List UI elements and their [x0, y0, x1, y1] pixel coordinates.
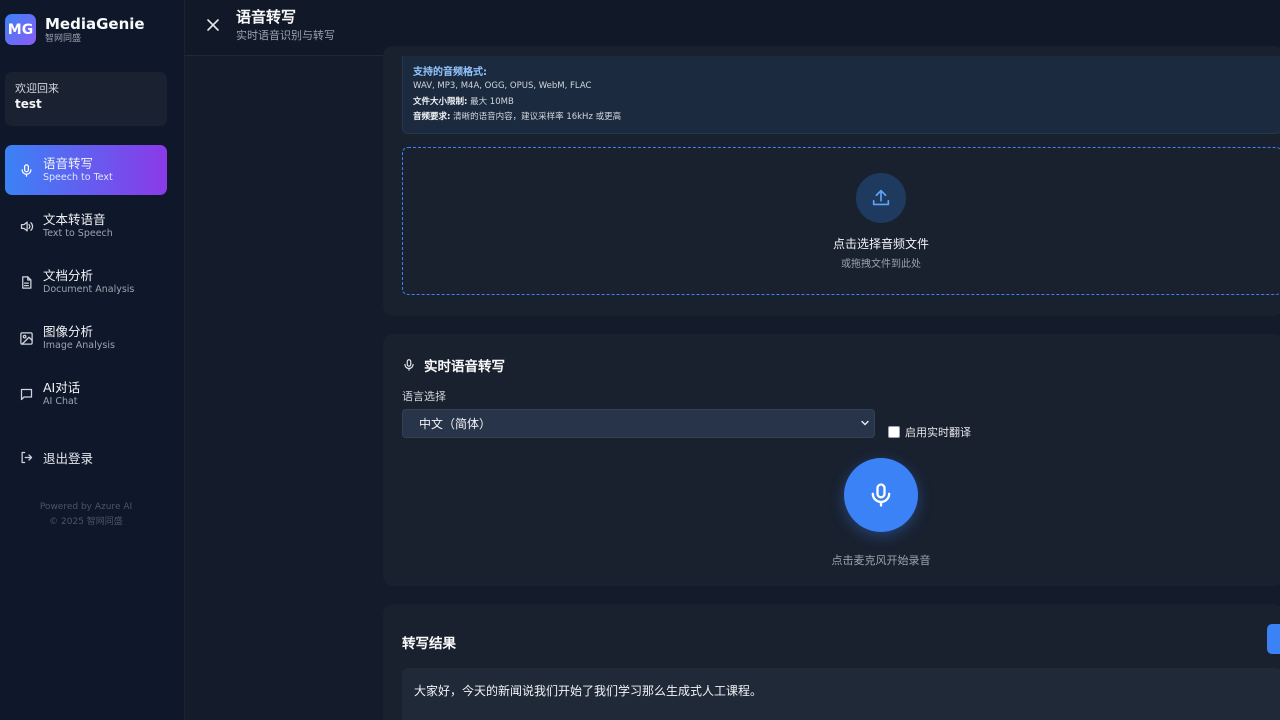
sidebar-item-subtitle: Speech to Text [43, 172, 113, 183]
format-info: 支持的音频格式: WAV, MP3, M4A, OGG, OPUS, WebM,… [402, 56, 1280, 134]
page-title: 语音转写 [236, 8, 297, 26]
realtime-translate-toggle[interactable]: 启用实时翻译 [888, 424, 971, 440]
audio-requirement: 音频要求: 清晰的语音内容，建议采样率 16kHz 或更高 [413, 111, 621, 123]
record-hint: 点击麦克风开始录音 [831, 554, 931, 567]
sidebar: MG MediaGenie 智网同盛 欢迎回来 test 语音转写 Speech… [0, 0, 185, 720]
sidebar-item-image-analysis[interactable]: 图像分析 Image Analysis [5, 313, 167, 363]
sidebar-item-subtitle: Document Analysis [43, 284, 135, 295]
brand-name: MediaGenie [45, 14, 145, 33]
username: test [15, 97, 42, 111]
sidebar-item-title: AI对话 [43, 380, 81, 395]
welcome-label: 欢迎回来 [15, 82, 59, 95]
brand-subtitle: 智网同盛 [45, 33, 82, 44]
sidebar-item-title: 文档分析 [43, 268, 94, 283]
audio-dropzone[interactable]: 点击选择音频文件 或拖拽文件到此处 [402, 147, 1280, 295]
realtime-card [383, 334, 1280, 586]
welcome-card: 欢迎回来 test [5, 72, 167, 126]
page-subtitle: 实时语音识别与转写 [236, 29, 335, 42]
sidebar-item-subtitle: Image Analysis [43, 340, 115, 351]
result-action-button[interactable] [1267, 624, 1280, 654]
logout-label: 退出登录 [43, 451, 94, 466]
translate-label: 启用实时翻译 [905, 426, 971, 439]
size-limit-label: 文件大小限制: [413, 97, 468, 107]
size-limit: 文件大小限制: 最大 10MB [413, 96, 514, 108]
chat-icon [18, 386, 34, 402]
logout-button[interactable]: 退出登录 [18, 448, 93, 467]
brand-logo: MG [5, 14, 36, 45]
formats-title: 支持的音频格式: [413, 67, 487, 78]
dropzone-title: 点击选择音频文件 [832, 237, 929, 251]
copyright: © 2025 智网同盛 [49, 517, 123, 527]
sidebar-item-text-to-speech[interactable]: 文本转语音 Text to Speech [5, 201, 167, 251]
microphone-icon [871, 483, 891, 507]
dropzone-subtitle: 或拖拽文件到此处 [841, 259, 921, 270]
close-icon[interactable] [205, 17, 221, 33]
audio-requirement-label: 音频要求: [413, 112, 451, 122]
brand[interactable]: MG MediaGenie 智网同盛 [5, 14, 145, 45]
powered-by: Powered by Azure AI [39, 502, 133, 512]
sidebar-item-subtitle: AI Chat [43, 396, 78, 407]
sidebar-item-title: 图像分析 [43, 324, 94, 339]
audio-requirement-value: 清晰的语音内容，建议采样率 16kHz 或更高 [453, 112, 622, 122]
sidebar-item-subtitle: Text to Speech [43, 228, 113, 239]
realtime-title-text: 实时语音转写 [424, 359, 505, 375]
main-content: 支持的音频格式: WAV, MP3, M4A, OGG, OPUS, WebM,… [185, 46, 1280, 720]
translate-checkbox[interactable] [888, 426, 900, 438]
sidebar-item-title: 语音转写 [43, 156, 94, 171]
document-icon [18, 274, 34, 290]
transcription-result: 大家好，今天的新闻说我们开始了我们学习那么生成式人工课程。 [402, 668, 1280, 720]
microphone-icon [404, 359, 414, 371]
language-label: 语言选择 [402, 390, 446, 403]
speaker-icon [18, 218, 34, 234]
language-select[interactable]: 中文（简体） [402, 409, 875, 438]
sidebar-item-document-analysis[interactable]: 文档分析 Document Analysis [5, 257, 167, 307]
image-icon [18, 330, 34, 346]
microphone-icon [18, 162, 34, 178]
formats-list: WAV, MP3, M4A, OGG, OPUS, WebM, FLAC [413, 81, 592, 91]
size-limit-value: 最大 10MB [470, 97, 514, 107]
logout-icon [18, 450, 34, 466]
sidebar-item-speech-to-text[interactable]: 语音转写 Speech to Text [5, 145, 167, 195]
record-button[interactable] [844, 458, 918, 532]
upload-icon [856, 173, 906, 223]
realtime-title: 实时语音转写 [402, 355, 505, 375]
sidebar-item-title: 文本转语音 [43, 212, 106, 227]
chevron-down-icon [861, 420, 869, 426]
sidebar-item-ai-chat[interactable]: AI对话 AI Chat [5, 369, 167, 419]
result-title: 转写结果 [402, 636, 456, 652]
language-value: 中文（简体） [419, 417, 492, 431]
